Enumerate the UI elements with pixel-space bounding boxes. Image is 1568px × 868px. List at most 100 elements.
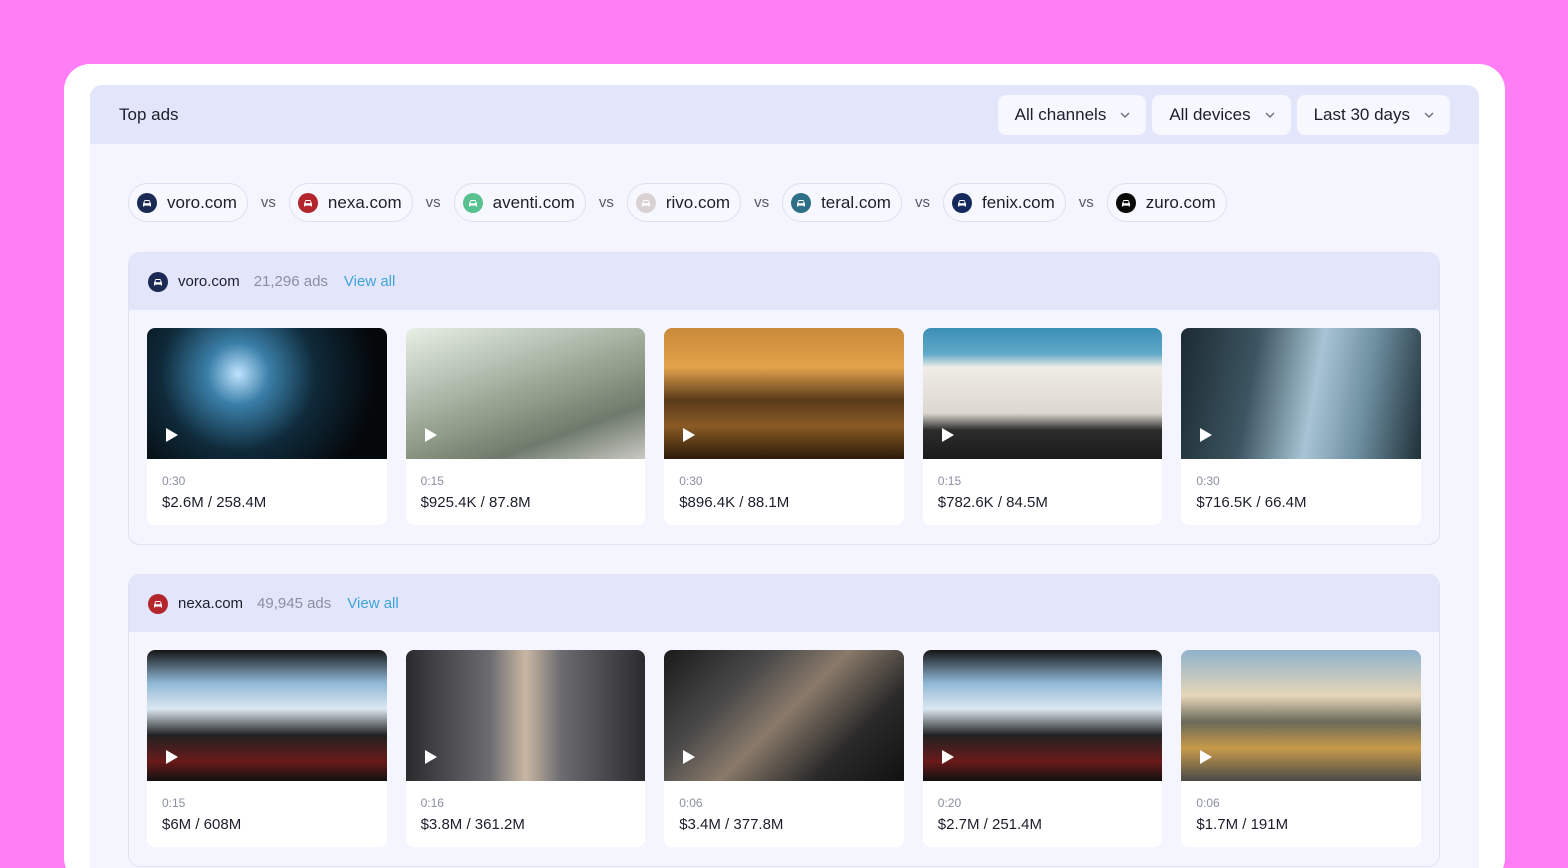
play-icon[interactable]: [1199, 749, 1213, 765]
section-brand-name: nexa.com: [178, 595, 244, 612]
chevron-down-icon: [1120, 112, 1130, 118]
filter-bar: All channels All devices Last 30 days: [997, 94, 1450, 135]
ad-card[interactable]: 0:15 $6M / 608M: [147, 650, 387, 847]
ad-card-row: 0:15 $6M / 608M 0:16 $3.8M / 361.2M 0:06 $3.4…: [129, 632, 1439, 866]
vs-label: vs: [1078, 194, 1094, 211]
ad-meta: 0:30 $716.5K / 66.4M: [1181, 459, 1421, 511]
ad-spend-impressions: $925.4K / 87.8M: [420, 494, 531, 511]
ad-duration: 0:30: [1196, 474, 1220, 488]
brand-chip-label: fenix.com: [981, 192, 1055, 212]
brand-chip-label: voro.com: [167, 192, 237, 212]
section-header: voro.com 21,296 ads View all: [129, 253, 1439, 310]
brand-logo-icon: [791, 192, 812, 213]
ad-thumbnail[interactable]: [1181, 328, 1421, 459]
ad-spend-impressions: $896.4K / 88.1M: [679, 494, 790, 511]
date-range-dropdown[interactable]: Last 30 days: [1296, 94, 1450, 135]
top-ads-panel: Top ads All channels All devices Last 30…: [90, 85, 1479, 868]
page-title: Top ads: [119, 104, 179, 124]
ad-spend-impressions: $2.7M / 251.4M: [937, 816, 1043, 833]
section-header: nexa.com 49,945 ads View all: [129, 575, 1439, 632]
vs-label: vs: [754, 194, 770, 211]
brand-logo-icon: [148, 271, 168, 292]
ad-duration: 0:16: [420, 796, 444, 810]
brand-chip[interactable]: fenix.com: [942, 183, 1066, 222]
brand-chip[interactable]: zuro.com: [1106, 183, 1227, 222]
ad-duration: 0:30: [679, 474, 703, 488]
ad-spend-impressions: $716.5K / 66.4M: [1196, 494, 1307, 511]
play-icon[interactable]: [682, 749, 696, 765]
brand-chip[interactable]: voro.com: [128, 183, 248, 222]
ad-meta: 0:15 $6M / 608M: [147, 781, 387, 833]
ad-meta: 0:06 $3.4M / 377.8M: [664, 781, 904, 833]
panel-header: Top ads All channels All devices Last 30…: [90, 85, 1479, 144]
channel-filter-dropdown[interactable]: All channels: [997, 94, 1147, 135]
brand-logo-icon: [462, 192, 483, 213]
play-icon[interactable]: [165, 749, 179, 765]
ad-card[interactable]: 0:20 $2.7M / 251.4M: [922, 650, 1163, 847]
brand-logo-icon: [137, 192, 157, 213]
ad-meta: 0:15 $925.4K / 87.8M: [406, 459, 646, 511]
ad-duration: 0:15: [420, 474, 444, 488]
ad-duration: 0:15: [937, 474, 962, 488]
ad-thumbnail[interactable]: [405, 328, 646, 459]
brand-logo-icon: [1115, 192, 1136, 213]
brand-ads-section: nexa.com 49,945 ads View all 0:15 $6M / 608M…: [128, 574, 1440, 867]
play-icon[interactable]: [1199, 427, 1213, 443]
ad-thumbnail[interactable]: [1181, 650, 1421, 781]
play-icon[interactable]: [941, 749, 955, 765]
ad-count: 49,945 ads: [257, 595, 332, 612]
play-icon[interactable]: [941, 427, 955, 443]
play-icon[interactable]: [682, 427, 696, 443]
ad-card[interactable]: 0:16 $3.8M / 361.2M: [405, 650, 646, 847]
brand-comparison-row: voro.com vs nexa.com vs aventi.com vs rivo.com…: [128, 183, 1227, 222]
ad-thumbnail[interactable]: [405, 650, 646, 781]
brand-logo-icon: [635, 192, 656, 213]
ad-meta: 0:06 $1.7M / 191M: [1181, 781, 1421, 833]
ad-spend-impressions: $6M / 608M: [162, 816, 242, 833]
brand-chip-label: aventi.com: [492, 192, 575, 212]
brand-logo-icon: [297, 192, 318, 213]
ad-card[interactable]: 0:30 $2.6M / 258.4M: [147, 328, 387, 525]
play-icon[interactable]: [165, 427, 179, 443]
ad-card-row: 0:30 $2.6M / 258.4M 0:15 $925.4K / 87.8M 0:3…: [129, 310, 1439, 544]
ad-thumbnail[interactable]: [922, 328, 1163, 459]
brand-ads-section: voro.com 21,296 ads View all 0:30 $2.6M / 25…: [128, 252, 1440, 545]
section-brand-name: voro.com: [178, 273, 240, 290]
ad-card[interactable]: 0:15 $782.6K / 84.5M: [922, 328, 1163, 525]
ad-duration: 0:06: [679, 796, 703, 810]
ad-thumbnail[interactable]: [664, 328, 904, 459]
ad-spend-impressions: $3.4M / 377.8M: [679, 816, 784, 833]
ad-card[interactable]: 0:06 $1.7M / 191M: [1181, 650, 1421, 847]
brand-logo-icon: [148, 593, 168, 614]
brand-chip-label: teral.com: [821, 192, 891, 212]
brand-logo-icon: [951, 192, 972, 213]
ad-meta: 0:30 $896.4K / 88.1M: [664, 459, 904, 511]
ad-duration: 0:30: [162, 474, 186, 488]
device-filter-label: All devices: [1169, 104, 1251, 124]
ad-card[interactable]: 0:30 $716.5K / 66.4M: [1181, 328, 1421, 525]
brand-chip[interactable]: nexa.com: [288, 183, 413, 222]
ad-spend-impressions: $2.6M / 258.4M: [162, 494, 267, 511]
ad-spend-impressions: $782.6K / 84.5M: [937, 494, 1048, 511]
vs-label: vs: [260, 194, 276, 211]
brand-chip[interactable]: rivo.com: [626, 183, 742, 222]
ad-duration: 0:15: [162, 796, 186, 810]
date-range-label: Last 30 days: [1313, 104, 1410, 124]
play-icon[interactable]: [424, 427, 438, 443]
ad-spend-impressions: $1.7M / 191M: [1196, 816, 1289, 833]
device-filter-dropdown[interactable]: All devices: [1152, 94, 1291, 135]
ad-card[interactable]: 0:15 $925.4K / 87.8M: [405, 328, 646, 525]
brand-chip[interactable]: teral.com: [782, 183, 902, 222]
view-all-link[interactable]: View all: [347, 595, 398, 612]
chevron-down-icon: [1424, 112, 1434, 118]
view-all-link[interactable]: View all: [344, 273, 395, 290]
ad-thumbnail[interactable]: [922, 650, 1163, 781]
ad-spend-impressions: $3.8M / 361.2M: [420, 816, 525, 833]
ad-thumbnail[interactable]: [147, 328, 387, 459]
ad-card[interactable]: 0:06 $3.4M / 377.8M: [664, 650, 904, 847]
ad-thumbnail[interactable]: [664, 650, 904, 781]
ad-thumbnail[interactable]: [147, 650, 387, 781]
ad-card[interactable]: 0:30 $896.4K / 88.1M: [664, 328, 904, 525]
play-icon[interactable]: [424, 749, 438, 765]
brand-chip[interactable]: aventi.com: [453, 183, 586, 222]
